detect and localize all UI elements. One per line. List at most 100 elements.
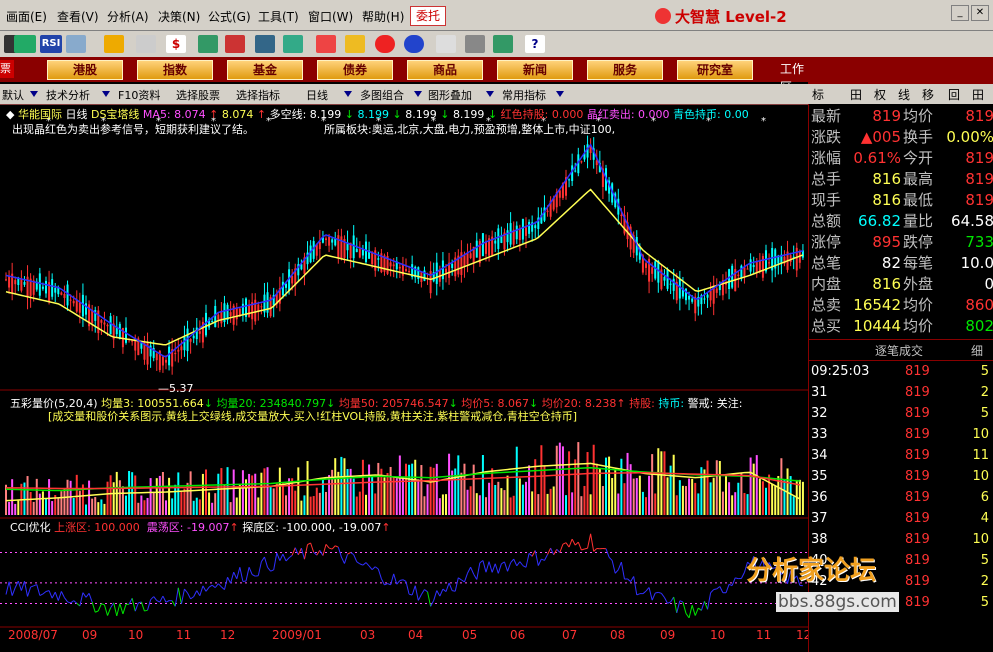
menu-item-help[interactable]: 帮助(H) bbox=[362, 8, 404, 25]
candle-body bbox=[51, 279, 54, 297]
volume-bar bbox=[125, 495, 127, 515]
volume-bar bbox=[14, 503, 17, 515]
candle-body bbox=[174, 353, 177, 355]
candle bbox=[294, 263, 297, 296]
subtool-multichart[interactable]: 多图组合 bbox=[360, 87, 404, 103]
volume-bar bbox=[165, 500, 167, 515]
table-icon[interactable] bbox=[66, 35, 86, 53]
volume-bar bbox=[565, 495, 567, 515]
nav-index[interactable]: 指数 bbox=[137, 60, 213, 80]
chart-canvas[interactable]: * * * * * * * * * * * * * * bbox=[0, 104, 808, 652]
volume-bar bbox=[469, 486, 472, 515]
nav-bond[interactable]: 债券 bbox=[317, 60, 393, 80]
red-ball-icon[interactable] bbox=[375, 35, 395, 53]
volume-bar bbox=[140, 495, 143, 515]
chevron-down-icon[interactable] bbox=[30, 91, 38, 97]
menu-item-formula[interactable]: 公式(G) bbox=[208, 8, 251, 25]
nav-research[interactable]: 研究室 bbox=[677, 60, 753, 80]
volume-bar bbox=[146, 497, 149, 515]
subtool-period[interactable]: 日线 bbox=[306, 87, 328, 103]
volume-bar bbox=[712, 477, 715, 515]
bars-icon[interactable] bbox=[225, 35, 245, 53]
menu-item-analysis[interactable]: 分析(A) bbox=[107, 8, 149, 25]
close-icon[interactable]: ✕ bbox=[971, 5, 989, 21]
subtool-default[interactable]: 默认 bbox=[2, 87, 24, 103]
volume-bar bbox=[746, 494, 749, 515]
chevron-down-icon[interactable] bbox=[486, 91, 494, 97]
bell-icon[interactable] bbox=[283, 35, 303, 53]
subtool-select-stock[interactable]: 选择股票 bbox=[176, 87, 220, 103]
tab-grid[interactable]: 田 bbox=[850, 86, 862, 103]
cci-segment bbox=[5, 581, 10, 595]
candle bbox=[420, 272, 423, 288]
candle bbox=[269, 294, 272, 318]
rsi-icon[interactable]: RSI bbox=[40, 35, 62, 53]
notepad-icon[interactable] bbox=[436, 35, 456, 53]
tab-right[interactable]: 权 bbox=[874, 86, 886, 103]
menu-item-view[interactable]: 查看(V) bbox=[57, 8, 99, 25]
tab-grid2[interactable]: 田 bbox=[972, 86, 984, 103]
volume-bar bbox=[531, 491, 534, 515]
candle bbox=[626, 212, 629, 248]
ruler-icon[interactable] bbox=[136, 35, 156, 53]
alert-icon[interactable] bbox=[316, 35, 336, 53]
chart-icon[interactable] bbox=[198, 35, 218, 53]
chevron-down-icon[interactable] bbox=[102, 91, 110, 97]
chevron-down-icon[interactable] bbox=[414, 91, 422, 97]
cci-segment bbox=[445, 582, 450, 592]
candle bbox=[88, 300, 91, 331]
chevron-down-icon[interactable] bbox=[344, 91, 352, 97]
binoculars-icon[interactable] bbox=[255, 35, 275, 53]
diamond-icon[interactable] bbox=[345, 35, 365, 53]
candle-body bbox=[5, 279, 7, 281]
menu-item-decision[interactable]: 决策(N) bbox=[158, 8, 200, 25]
nav-hk-stocks[interactable]: 港股 bbox=[47, 60, 123, 80]
nav-news[interactable]: 新闻 bbox=[497, 60, 573, 80]
down-arrow-icon: ↓ bbox=[392, 108, 402, 121]
nav-commodity[interactable]: 商品 bbox=[407, 60, 483, 80]
menu-item-screen[interactable]: 画面(E) bbox=[6, 8, 47, 25]
cci-segment bbox=[267, 566, 272, 572]
tab-move[interactable]: 移 bbox=[922, 86, 934, 103]
candle-body bbox=[165, 359, 167, 363]
tab-mark[interactable]: 标 bbox=[812, 86, 824, 103]
subtool-common[interactable]: 常用指标 bbox=[502, 87, 546, 103]
volume-bar bbox=[152, 491, 155, 515]
quote-label: 涨停 bbox=[811, 233, 842, 251]
minimize-icon[interactable]: _ bbox=[951, 5, 969, 21]
entrust-button[interactable]: 委托 bbox=[410, 6, 446, 26]
cci-segment bbox=[725, 584, 730, 593]
candle-body bbox=[521, 218, 524, 240]
chart-pane[interactable]: * * * * * * * * * * * * * * ◆ 华能国际 日线 DS宝塔线 MA5: 8.07… bbox=[0, 104, 811, 652]
tab-line[interactable]: 线 bbox=[898, 86, 910, 103]
subtool-overlay[interactable]: 图形叠加 bbox=[428, 87, 472, 103]
candle bbox=[374, 247, 377, 277]
nav-service[interactable]: 服务 bbox=[587, 60, 663, 80]
blue-ball-icon[interactable] bbox=[404, 35, 424, 53]
menu-item-window[interactable]: 窗口(W) bbox=[308, 8, 353, 25]
grid-icon[interactable] bbox=[14, 35, 36, 53]
subtool-f10[interactable]: F10资料 bbox=[118, 87, 160, 103]
nav-fund[interactable]: 基金 bbox=[227, 60, 303, 80]
candle bbox=[534, 221, 537, 239]
quote-value: 816 bbox=[872, 170, 901, 188]
candle-body bbox=[229, 312, 232, 316]
subtool-select-indicator[interactable]: 选择指标 bbox=[236, 87, 280, 103]
tab-back[interactable]: 回 bbox=[948, 86, 960, 103]
volume-bar bbox=[306, 461, 309, 515]
nav-left-tab[interactable]: 票 bbox=[0, 60, 14, 78]
help-icon[interactable]: ? bbox=[525, 35, 545, 53]
subtool-tech[interactable]: 技术分析 bbox=[46, 87, 90, 103]
chevron-down-icon[interactable] bbox=[556, 91, 564, 97]
candle-body bbox=[180, 346, 183, 351]
candle-body bbox=[485, 241, 487, 254]
volume-bar bbox=[106, 481, 109, 515]
books-icon[interactable] bbox=[493, 35, 513, 53]
window-icon[interactable] bbox=[465, 35, 485, 53]
cci-segment bbox=[193, 590, 198, 597]
tick-detail-button[interactable]: 细 bbox=[971, 342, 983, 359]
move-icon[interactable] bbox=[104, 35, 124, 53]
dollar-icon[interactable]: $ bbox=[166, 35, 186, 53]
volume-bar bbox=[515, 446, 518, 515]
menu-item-tools[interactable]: 工具(T) bbox=[258, 8, 299, 25]
